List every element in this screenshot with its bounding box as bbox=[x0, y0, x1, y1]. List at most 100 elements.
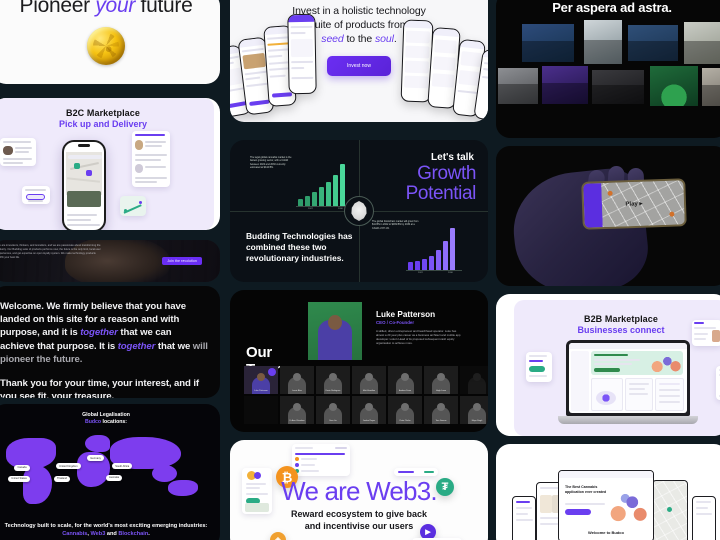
team-member-cell[interactable]: Maya Singh bbox=[460, 396, 488, 424]
web3-subheadline: Reward ecosystem to give back and incenti… bbox=[290, 509, 428, 531]
phone-screen[interactable]: Play ▸ bbox=[581, 178, 687, 230]
b2b-mock-right bbox=[716, 366, 720, 400]
team-member-cell[interactable]: Tom Greene bbox=[424, 396, 458, 424]
phone-mockup bbox=[287, 13, 317, 95]
map-label: Australia bbox=[106, 474, 123, 481]
page-title: Pioneer your future bbox=[19, 0, 193, 17]
featured-member-photo bbox=[308, 302, 362, 360]
phone-screen-map bbox=[601, 180, 685, 228]
map-caption-bottom: Technology built to scale, for the world… bbox=[4, 523, 208, 537]
team-member-cell[interactable]: Matt Hamilton bbox=[352, 366, 386, 394]
b2b-title: B2B Marketplace bbox=[583, 314, 659, 324]
b2c-mock-route bbox=[120, 196, 146, 216]
map-label: Canada bbox=[14, 464, 30, 471]
team-member-cell[interactable]: Hugh Lowe bbox=[424, 366, 458, 394]
growth-title: Growth Potential bbox=[405, 163, 477, 204]
world-map-graphic: Canada United States United Kingdom Germ… bbox=[2, 432, 210, 510]
slide-card-keyboard-banner[interactable]: We are innovators, thinkers, and tunnell… bbox=[0, 240, 220, 282]
growth-note-cannabis: The legal global cannabis market is the … bbox=[250, 156, 292, 169]
slide-card-our-team[interactable]: OurTeam Luke Patterson CEO / Co-Founder … bbox=[230, 290, 488, 432]
banner-paragraph: We are innovators, thinkers, and tunnell… bbox=[0, 244, 101, 259]
b2b-heading-group: B2B Marketplace Businesses connect bbox=[514, 300, 720, 335]
featured-member-bio: A skilled, driven entrepreneur and beach… bbox=[376, 329, 461, 345]
invest-now-button[interactable]: Invest now bbox=[327, 56, 391, 76]
web3-dashboard-mock bbox=[292, 444, 350, 476]
b2b-mock-top-right bbox=[692, 320, 720, 346]
event-photo[interactable] bbox=[522, 24, 574, 62]
event-photo[interactable] bbox=[702, 68, 720, 106]
event-photo[interactable] bbox=[650, 66, 698, 106]
lineup-footer: Welcome to Budco bbox=[588, 530, 624, 535]
gold-coin-icon bbox=[87, 27, 125, 65]
b2c-subtitle: Pick up and Delivery bbox=[58, 119, 148, 129]
b2c-phone-photostrip bbox=[67, 191, 101, 208]
lineup-headline: The Best Cannabis application ever creat… bbox=[565, 485, 607, 494]
cannabis-bar-chart bbox=[298, 164, 345, 206]
selected-badge-icon bbox=[268, 368, 276, 376]
event-photo[interactable] bbox=[584, 20, 622, 64]
welcome-paragraph-2: Thank you for your time, your interest, … bbox=[0, 378, 200, 398]
featured-member-role: CEO / Co-Founder bbox=[376, 320, 415, 325]
join-revolution-button[interactable]: Join the revolution bbox=[162, 257, 202, 265]
slide-card-b2c-marketplace[interactable]: B2C Marketplace Pick up and Delivery bbox=[0, 98, 220, 230]
slide-card-invest[interactable]: Invest in a holistic technology suite of… bbox=[230, 0, 488, 122]
team-member-cell[interactable] bbox=[244, 396, 278, 424]
slide-card-b2b-marketplace[interactable]: B2B Marketplace Businesses connect bbox=[496, 294, 720, 436]
event-photo[interactable] bbox=[684, 22, 720, 64]
laptop-screen bbox=[569, 343, 687, 413]
team-member-cell[interactable]: Andrew Dean bbox=[388, 366, 422, 394]
slide-card-pioneer[interactable]: Pioneer your future bbox=[0, 0, 220, 84]
map-label: South Africa bbox=[112, 463, 133, 470]
team-member-cell[interactable]: Luke Patterson bbox=[244, 366, 278, 394]
team-member-grid: Luke Patterson Lewis Blau Kevin Rodrigue… bbox=[244, 366, 488, 424]
b2b-inner-panel: B2B Marketplace Businesses connect bbox=[514, 300, 720, 436]
event-photo[interactable] bbox=[542, 66, 588, 104]
slide-card-we-are-web3[interactable]: ₿ ₮ ◈ ▶ We are Web3. Reward ecosystem to… bbox=[230, 440, 488, 540]
cannabis-leaf-emblem-icon bbox=[344, 196, 374, 226]
blockchain-chart-tick: 2022 bbox=[418, 272, 423, 274]
b2c-mock-pill bbox=[22, 186, 50, 204]
laptop-base bbox=[558, 416, 698, 424]
device-mockup bbox=[692, 496, 716, 540]
team-member-cell[interactable]: Sara Lin bbox=[316, 396, 350, 424]
b2c-mock-order bbox=[132, 131, 170, 187]
team-member-cell[interactable]: Jordan Reyes bbox=[352, 396, 386, 424]
slide-card-welcome-letter[interactable]: Welcome. We firmly believe that you have… bbox=[0, 286, 220, 398]
blockchain-chart-tick: 2030 bbox=[448, 272, 453, 274]
team-member-cell[interactable]: Dr Ana Okonkwo bbox=[280, 396, 314, 424]
laptop-mockup bbox=[558, 340, 698, 424]
web3-headline: We are Web3. bbox=[281, 476, 437, 506]
play-button[interactable]: Play ▸ bbox=[625, 200, 642, 208]
cannabis-chart-tick: 2022 bbox=[308, 208, 313, 210]
growth-statement: Budding Technologies has combined these … bbox=[246, 231, 353, 263]
b2b-subtitle: Businesses connect bbox=[577, 325, 665, 335]
map-caption-top: Global Legalisation Budco locations: bbox=[82, 412, 130, 425]
b2b-mock-left bbox=[526, 352, 552, 382]
device-mockup bbox=[512, 496, 536, 540]
featured-member-name: Luke Patterson bbox=[376, 310, 436, 319]
map-label: United Kingdom bbox=[56, 463, 81, 470]
b2c-mock-listing bbox=[0, 138, 36, 166]
event-photo[interactable] bbox=[628, 25, 678, 61]
device-mockup bbox=[652, 480, 688, 540]
team-member-cell[interactable]: Lewis Blau bbox=[280, 366, 314, 394]
team-member-cell[interactable]: Kevin Rodriguez bbox=[316, 366, 350, 394]
b2c-title: B2C Marketplace bbox=[65, 108, 141, 118]
slide-card-growth-potential[interactable]: Let's talk Growth Potential The legal glo… bbox=[230, 140, 488, 282]
map-label: Germany bbox=[87, 455, 104, 462]
slide-card-device-lineup[interactable]: The Best Cannabis application ever creat… bbox=[496, 444, 720, 540]
b2c-heading-group: B2C Marketplace Pick up and Delivery bbox=[0, 98, 214, 129]
slide-card-hand-phone[interactable]: Play ▸ bbox=[496, 146, 720, 286]
team-member-cell[interactable]: Peter Clarke bbox=[388, 396, 422, 424]
welcome-paragraph-1: Welcome. We firmly believe that you have… bbox=[0, 301, 208, 365]
event-photo[interactable] bbox=[592, 70, 644, 104]
lineup-cta-button[interactable] bbox=[565, 509, 591, 515]
team-member-cell[interactable] bbox=[460, 366, 488, 394]
slide-card-per-aspera[interactable]: Per aspera ad astra. bbox=[496, 0, 720, 138]
blockchain-chart-axis bbox=[406, 270, 462, 271]
event-photo[interactable] bbox=[498, 68, 538, 104]
map-label: Thailand bbox=[54, 475, 70, 482]
cannabis-chart-tick: 2030 bbox=[338, 208, 343, 210]
slide-gallery-board: Pioneer your future B2C Marketplace Pick… bbox=[0, 0, 720, 540]
slide-card-global-map[interactable]: Global Legalisation Budco locations: Cana… bbox=[0, 404, 220, 540]
